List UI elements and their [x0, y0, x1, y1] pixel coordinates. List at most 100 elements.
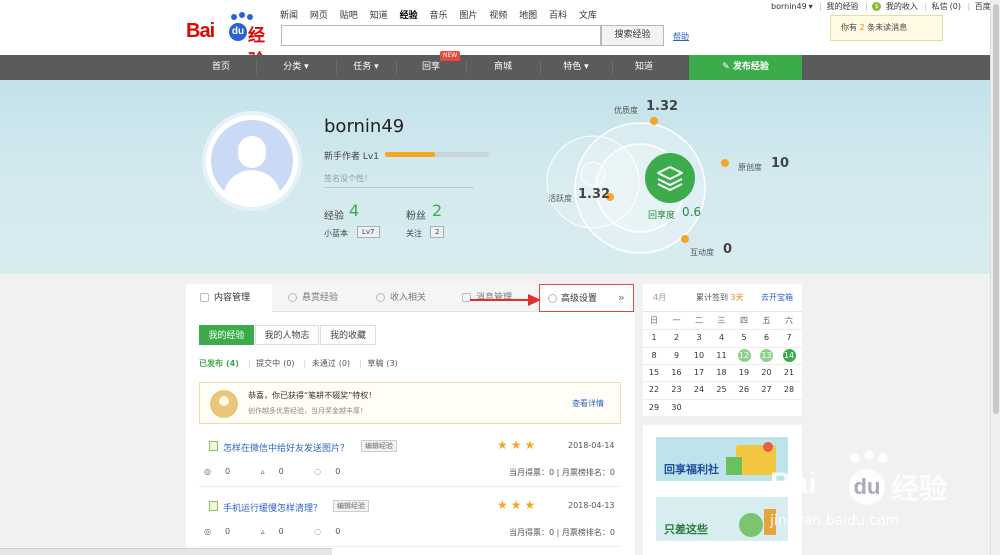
tabs-more-arrow[interactable]: »	[618, 284, 625, 312]
votes-count: 0	[278, 467, 284, 476]
blue-book-label: 小蓝本	[324, 229, 348, 238]
calendar-day[interactable]: 7	[778, 329, 800, 346]
calendar-day[interactable]: 27	[756, 381, 778, 398]
calendar-day[interactable]: 16	[666, 364, 688, 381]
filter-submitting[interactable]: 提交中 (0)	[256, 359, 297, 368]
calendar-day[interactable]: 22	[643, 381, 665, 398]
follow-count[interactable]: 2	[430, 226, 445, 238]
ad-banner-welfare[interactable]: 回享福利社	[656, 437, 788, 481]
calendar-day[interactable]: 14	[778, 347, 800, 364]
calendar-day[interactable]: 8	[643, 347, 665, 364]
baidu-jingyan-logo[interactable]: Bai du 经验	[186, 12, 272, 71]
calendar-day[interactable]: 21	[778, 364, 800, 381]
calendar-day[interactable]: 19	[733, 364, 755, 381]
product-link-images[interactable]: 图片	[459, 8, 477, 21]
nav-zhidao[interactable]: 知道	[612, 55, 676, 80]
subtab-my-experience[interactable]: 我的经验	[199, 325, 254, 345]
calendar-day[interactable]: 17	[688, 364, 710, 381]
calendar-day[interactable]: 26	[733, 381, 755, 398]
calendar-day-number: 27	[761, 385, 772, 395]
interact-label: 互动度	[690, 248, 714, 257]
ad-banner-kitchen[interactable]: 只差这些	[656, 497, 788, 541]
calendar-day-number: 22	[648, 385, 660, 395]
avatar[interactable]	[202, 111, 302, 211]
comment-icon: ◌	[314, 527, 322, 536]
product-link-music[interactable]: 音乐	[429, 8, 447, 21]
product-link-web[interactable]: 网页	[310, 8, 328, 21]
search-input[interactable]	[281, 25, 601, 46]
exp-count[interactable]: 4	[349, 201, 359, 220]
signature-input[interactable]: 签名没个性！	[324, 172, 474, 188]
calendar-day[interactable]: 4	[711, 329, 733, 346]
experience-title[interactable]: 怎样在微信中给好友发送图片？	[223, 441, 349, 454]
calendar-day[interactable]: 28	[778, 381, 800, 398]
help-link[interactable]: 帮助	[673, 31, 689, 42]
filter-published-count: (4)	[226, 359, 239, 368]
experience-title[interactable]: 手机运行缓慢怎样清理？	[223, 501, 322, 514]
product-link-jingyan[interactable]: 经验	[400, 8, 418, 21]
calendar-day[interactable]: 15	[643, 364, 665, 381]
scrollbar-thumb[interactable]	[993, 4, 999, 414]
calendar-day[interactable]: 13	[756, 347, 778, 364]
calendar-day[interactable]: 29	[643, 399, 665, 416]
subtab-my-favorites[interactable]: 我的收藏	[320, 325, 376, 345]
calendar-day[interactable]: 23	[666, 381, 688, 398]
unread-post: 条未读消息	[864, 23, 908, 32]
calendar-day-number: 18	[716, 367, 727, 377]
edit-experience-button[interactable]: 编辑经验	[333, 500, 369, 512]
search-button[interactable]: 搜索经验	[601, 25, 664, 46]
product-link-zhidao[interactable]: 知道	[370, 8, 388, 21]
nav-tasks[interactable]: 任务 ▾	[336, 55, 396, 80]
calendar-day[interactable]: 11	[711, 347, 733, 364]
calendar-day[interactable]: 24	[688, 381, 710, 398]
calendar-day[interactable]: 2	[666, 329, 688, 346]
filter-draft[interactable]: 草稿 (3)	[367, 359, 400, 368]
calendar-day[interactable]: 1	[643, 329, 665, 346]
private-message-link[interactable]: 私信	[932, 2, 948, 11]
fans-count[interactable]: 2	[432, 201, 442, 220]
calendar-day[interactable]: 18	[711, 364, 733, 381]
product-link-wenku[interactable]: 文库	[579, 8, 597, 21]
calendar-day[interactable]: 12	[733, 347, 755, 364]
eye-icon: ◎	[204, 467, 211, 476]
publish-experience-button[interactable]: ✎ 发布经验	[689, 55, 802, 80]
open-treasure-link[interactable]: 去开宝箱	[761, 284, 793, 312]
nav-home[interactable]: 首页	[186, 55, 256, 80]
subtab-my-profiles[interactable]: 我的人物志	[255, 325, 319, 345]
filter-rejected[interactable]: 未通过 (0)	[312, 359, 353, 368]
chevron-down-icon[interactable]: ▾	[809, 2, 813, 11]
calendar-day-number: 8	[651, 350, 657, 360]
product-link-baike[interactable]: 百科	[549, 8, 567, 21]
filter-published[interactable]: 已发布 (4)	[199, 359, 242, 368]
tab-reward[interactable]: 悬赏经验	[274, 284, 360, 312]
calendar-day[interactable]: 20	[756, 364, 778, 381]
calendar-day[interactable]: 10	[688, 347, 710, 364]
nav-category[interactable]: 分类 ▾	[256, 55, 336, 80]
product-link-map[interactable]: 地图	[519, 8, 537, 21]
nav-featured[interactable]: 特色 ▾	[540, 55, 612, 80]
thumb-icon: ▵	[260, 527, 265, 536]
nav-mall[interactable]: 商城	[466, 55, 540, 80]
view-details-link[interactable]: 查看详情	[572, 398, 604, 409]
product-link-video[interactable]: 视频	[489, 8, 507, 21]
blue-book-level[interactable]: Lv7	[357, 226, 380, 238]
calendar-day[interactable]: 3	[688, 329, 710, 346]
vertical-scrollbar[interactable]	[990, 0, 1000, 555]
edit-experience-button[interactable]: 编辑经验	[361, 440, 397, 452]
unread-message-popup[interactable]: 你有 2 条未读消息	[830, 15, 943, 41]
product-link-tieba[interactable]: 贴吧	[340, 8, 358, 21]
username-link[interactable]: bornin49	[771, 2, 807, 11]
calendar-day[interactable]: 6	[756, 329, 778, 346]
calendar-day[interactable]: 25	[711, 381, 733, 398]
calendar-day[interactable]: 5	[733, 329, 755, 346]
original-value: 10	[771, 156, 790, 171]
filter-rejected-label: 未通过	[311, 359, 336, 368]
calendar-day[interactable]: 30	[666, 399, 688, 416]
calendar-day[interactable]: 9	[666, 347, 688, 364]
document-icon	[209, 501, 218, 511]
product-link-news[interactable]: 新闻	[280, 8, 298, 21]
my-experience-link[interactable]: 我的经验	[826, 2, 858, 11]
my-income-link[interactable]: 我的收入	[886, 2, 918, 11]
tab-content-management[interactable]: 内容管理	[186, 284, 272, 312]
tab-income[interactable]: 收入相关	[362, 284, 448, 312]
